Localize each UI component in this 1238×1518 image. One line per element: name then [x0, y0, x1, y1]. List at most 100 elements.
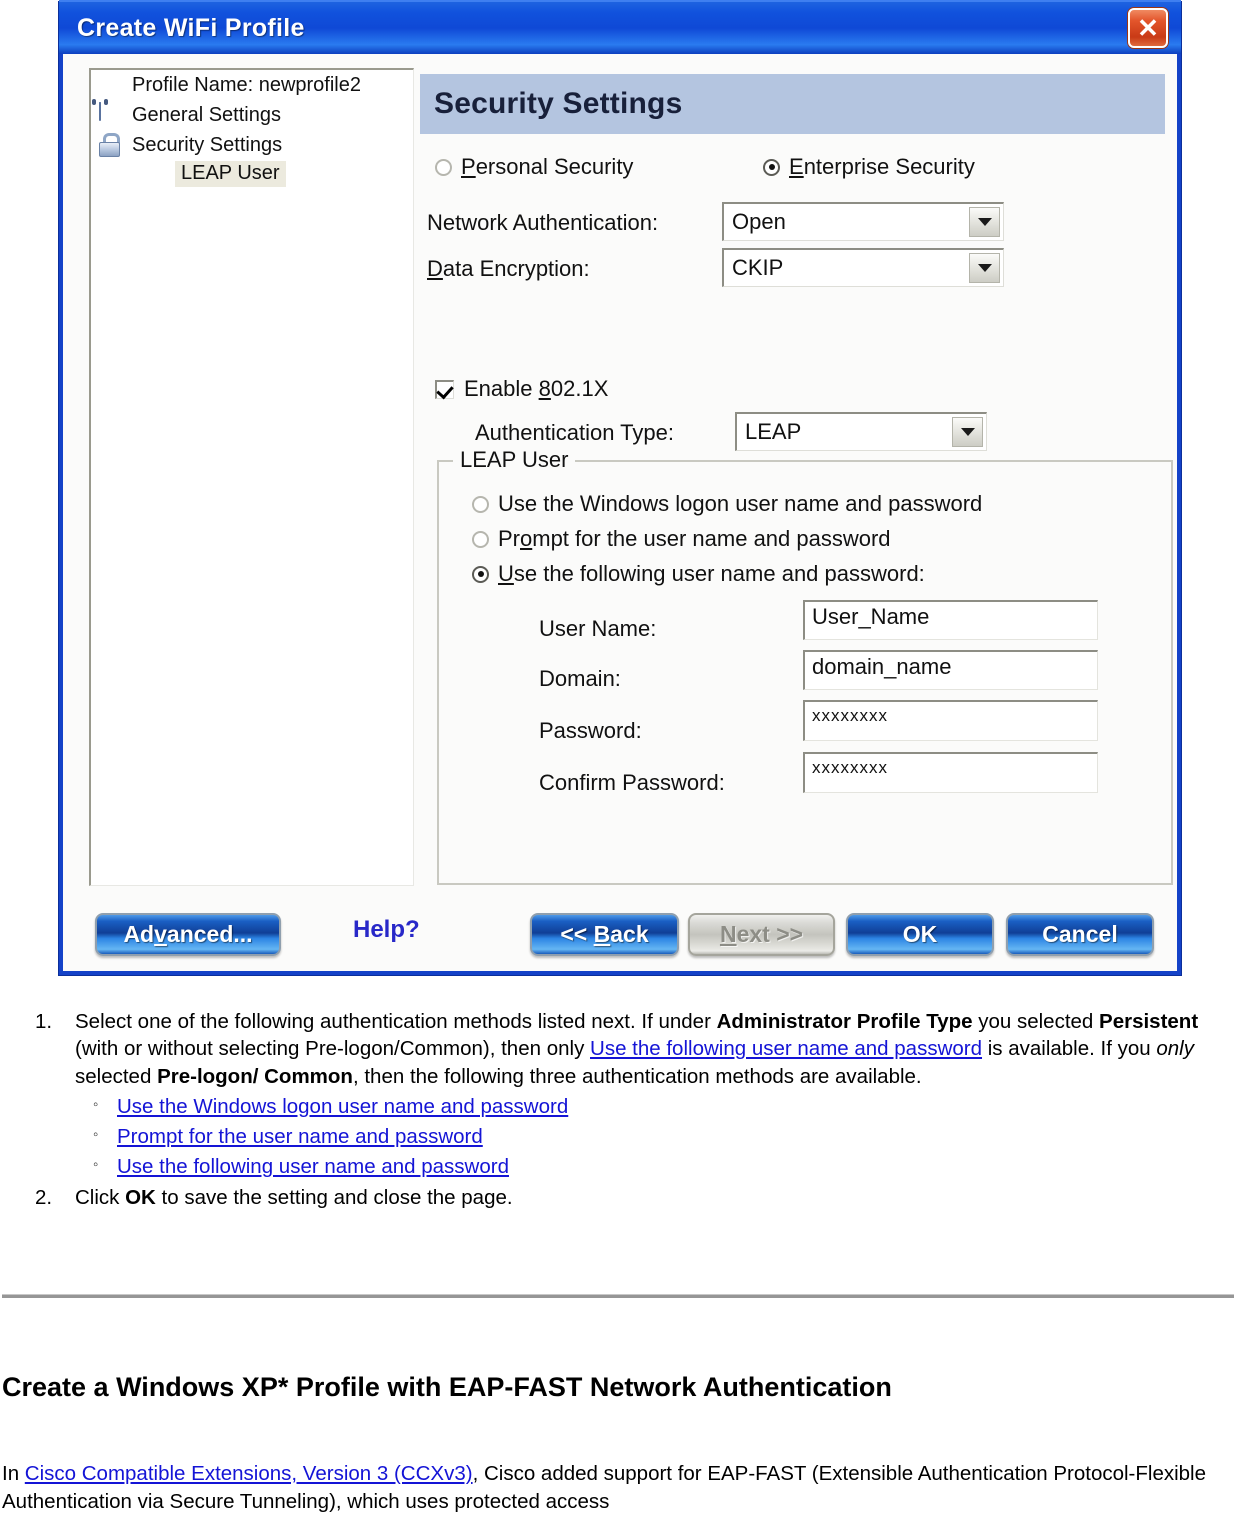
data-encryption-row: Data Encryption: [427, 256, 672, 282]
link-use-following-credentials[interactable]: Use the following user name and password [590, 1037, 982, 1060]
radio-label: Enterprise Security [789, 154, 975, 179]
next-button[interactable]: Next >> [688, 913, 835, 956]
dialog-footer: Advanced... Help? << Back Next >> OK Can… [63, 905, 1177, 959]
enable-8021x-row[interactable]: Enable 802.1X [435, 376, 608, 402]
list-number: 1. [35, 1010, 53, 1033]
radio-label: Prompt for the user name and password [498, 526, 891, 551]
tree-item-profile-name[interactable]: Profile Name: newprofile2 [91, 70, 413, 100]
auth-type-select[interactable]: LEAP [735, 412, 987, 451]
back-button[interactable]: << Back [530, 913, 679, 956]
network-auth-value: Open [732, 209, 786, 234]
radio-button-selected[interactable] [763, 158, 780, 176]
section-header: Security Settings [420, 74, 1165, 134]
list-item: ◦ Prompt for the user name and password [75, 1122, 1238, 1152]
ok-label: OK [902, 921, 938, 947]
next-label: Next >> [719, 921, 804, 947]
dialog-titlebar[interactable]: Create WiFi Profile ✕ [59, 0, 1181, 54]
radio-use-following-credentials[interactable]: Use the following user name and password… [472, 561, 925, 587]
chevron-down-icon[interactable] [969, 253, 1000, 283]
domain-value: domain_name [812, 654, 952, 679]
network-auth-select[interactable]: Open [722, 202, 1004, 241]
page-heading: Create a Windows XP* Profile with EAP-FA… [2, 1372, 892, 1403]
password-value: xxxxxxxx [812, 706, 888, 725]
help-link[interactable]: Help? [353, 916, 420, 944]
link-ccxv3[interactable]: Cisco Compatible Extensions, Version 3 (… [25, 1462, 473, 1485]
enable-8021x-checkbox[interactable] [435, 379, 454, 399]
link-prompt-credentials[interactable]: Prompt for the user name and password [117, 1125, 483, 1148]
padlock-icon [99, 133, 125, 157]
enable-8021x-label: Enable 802.1X [464, 376, 609, 401]
auth-type-value: LEAP [745, 419, 802, 444]
network-auth-row: Network Authentication: [427, 210, 672, 236]
domain-label: Domain: [539, 666, 621, 691]
data-encryption-label: Data Encryption: [427, 256, 590, 281]
confirm-password-input[interactable]: xxxxxxxx [803, 752, 1098, 793]
radio-use-windows-logon[interactable]: Use the Windows logon user name and pass… [472, 491, 982, 517]
radio-enterprise-security[interactable]: Enterprise Security [763, 154, 975, 180]
sub-list: ◦ Use the Windows logon user name and pa… [75, 1092, 1238, 1182]
cancel-button[interactable]: Cancel [1006, 913, 1154, 956]
network-settings-icon [99, 102, 125, 127]
password-label: Password: [539, 718, 642, 743]
radio-label-rest: ersonal Security [475, 154, 634, 179]
link-windows-logon[interactable]: Use the Windows logon user name and pass… [117, 1095, 568, 1118]
ok-button[interactable]: OK [846, 913, 994, 956]
section-divider [2, 1294, 1234, 1298]
tree-item-general-settings[interactable]: General Settings [91, 100, 413, 130]
network-auth-label: Network Authentication: [427, 210, 659, 235]
dialog-body: Profile Name: newprofile2 General Settin… [63, 54, 1177, 971]
user-name-label: User Name: [539, 616, 657, 641]
dialog-title: Create WiFi Profile [77, 13, 305, 42]
tree-item-label: General Settings [132, 103, 281, 126]
tree-item-label: Security Settings [132, 133, 283, 156]
security-mode-group: Personal Security Enterprise Security [423, 154, 1168, 184]
back-label: << Back [560, 921, 649, 947]
tree-item-label: Profile Name: newprofile2 [132, 73, 361, 96]
radio-label: Personal Security [461, 154, 634, 179]
radio-personal-security[interactable]: Personal Security [435, 154, 633, 180]
chevron-down-icon[interactable] [969, 207, 1000, 237]
password-input[interactable]: xxxxxxxx [803, 700, 1098, 741]
data-encryption-value: CKIP [732, 255, 784, 280]
confirm-password-label: Confirm Password: [539, 770, 725, 795]
leap-user-groupbox: LEAP User Use the Windows logon user nam… [437, 447, 1173, 885]
step1-text: Select one of the following authenticati… [75, 1010, 1199, 1088]
tree-item-leap-user[interactable]: LEAP User [175, 161, 286, 187]
user-name-input[interactable]: User_Name [803, 600, 1098, 640]
user-name-value: User_Name [812, 604, 930, 629]
radio-prompt-for-credentials[interactable]: Prompt for the user name and password [472, 526, 891, 552]
link-following-credentials[interactable]: Use the following user name and password [117, 1155, 509, 1178]
list-item: ◦ Use the following user name and passwo… [75, 1152, 1238, 1182]
confirm-password-value: xxxxxxxx [812, 758, 888, 777]
close-icon[interactable]: ✕ [1128, 8, 1168, 48]
auth-type-label: Authentication Type: [475, 420, 674, 445]
cancel-label: Cancel [1042, 921, 1118, 947]
chevron-down-icon[interactable] [952, 417, 983, 447]
auth-type-row: Authentication Type: [475, 420, 735, 446]
bullet-icon: ◦ [93, 1125, 99, 1143]
radio-label: Use the following user name and password… [498, 561, 925, 586]
radio-label: Use the Windows logon user name and pass… [498, 491, 983, 516]
radio-button-selected[interactable] [472, 565, 489, 583]
section-title: Security Settings [434, 87, 683, 120]
bullet-icon: ◦ [93, 1095, 99, 1113]
body-paragraph: In Cisco Compatible Extensions, Version … [2, 1462, 1207, 1514]
data-encryption-select[interactable]: CKIP [722, 248, 1004, 287]
list-item: 2. Click OK to save the setting and clos… [0, 1184, 1238, 1211]
profile-tree-panel[interactable]: Profile Name: newprofile2 General Settin… [89, 68, 414, 886]
list-number: 2. [35, 1186, 53, 1210]
create-wifi-profile-dialog: Create WiFi Profile ✕ Profile Name: newp… [59, 0, 1181, 975]
list-item: 1. Select one of the following authentic… [0, 1008, 1238, 1182]
wifi-icon [99, 73, 125, 97]
list-item: ◦ Use the Windows logon user name and pa… [75, 1092, 1238, 1122]
advanced-button[interactable]: Advanced... [95, 913, 281, 956]
tree-item-security-settings[interactable]: Security Settings [91, 130, 413, 160]
radio-button[interactable] [472, 495, 489, 513]
bullet-icon: ◦ [93, 1156, 99, 1173]
instructions-block: 1. Select one of the following authentic… [0, 1008, 1238, 1213]
radio-button[interactable] [472, 530, 489, 548]
leap-user-legend: LEAP User [453, 447, 576, 473]
radio-button[interactable] [435, 158, 452, 176]
domain-input[interactable]: domain_name [803, 650, 1098, 690]
advanced-label: Advanced... [123, 921, 253, 947]
